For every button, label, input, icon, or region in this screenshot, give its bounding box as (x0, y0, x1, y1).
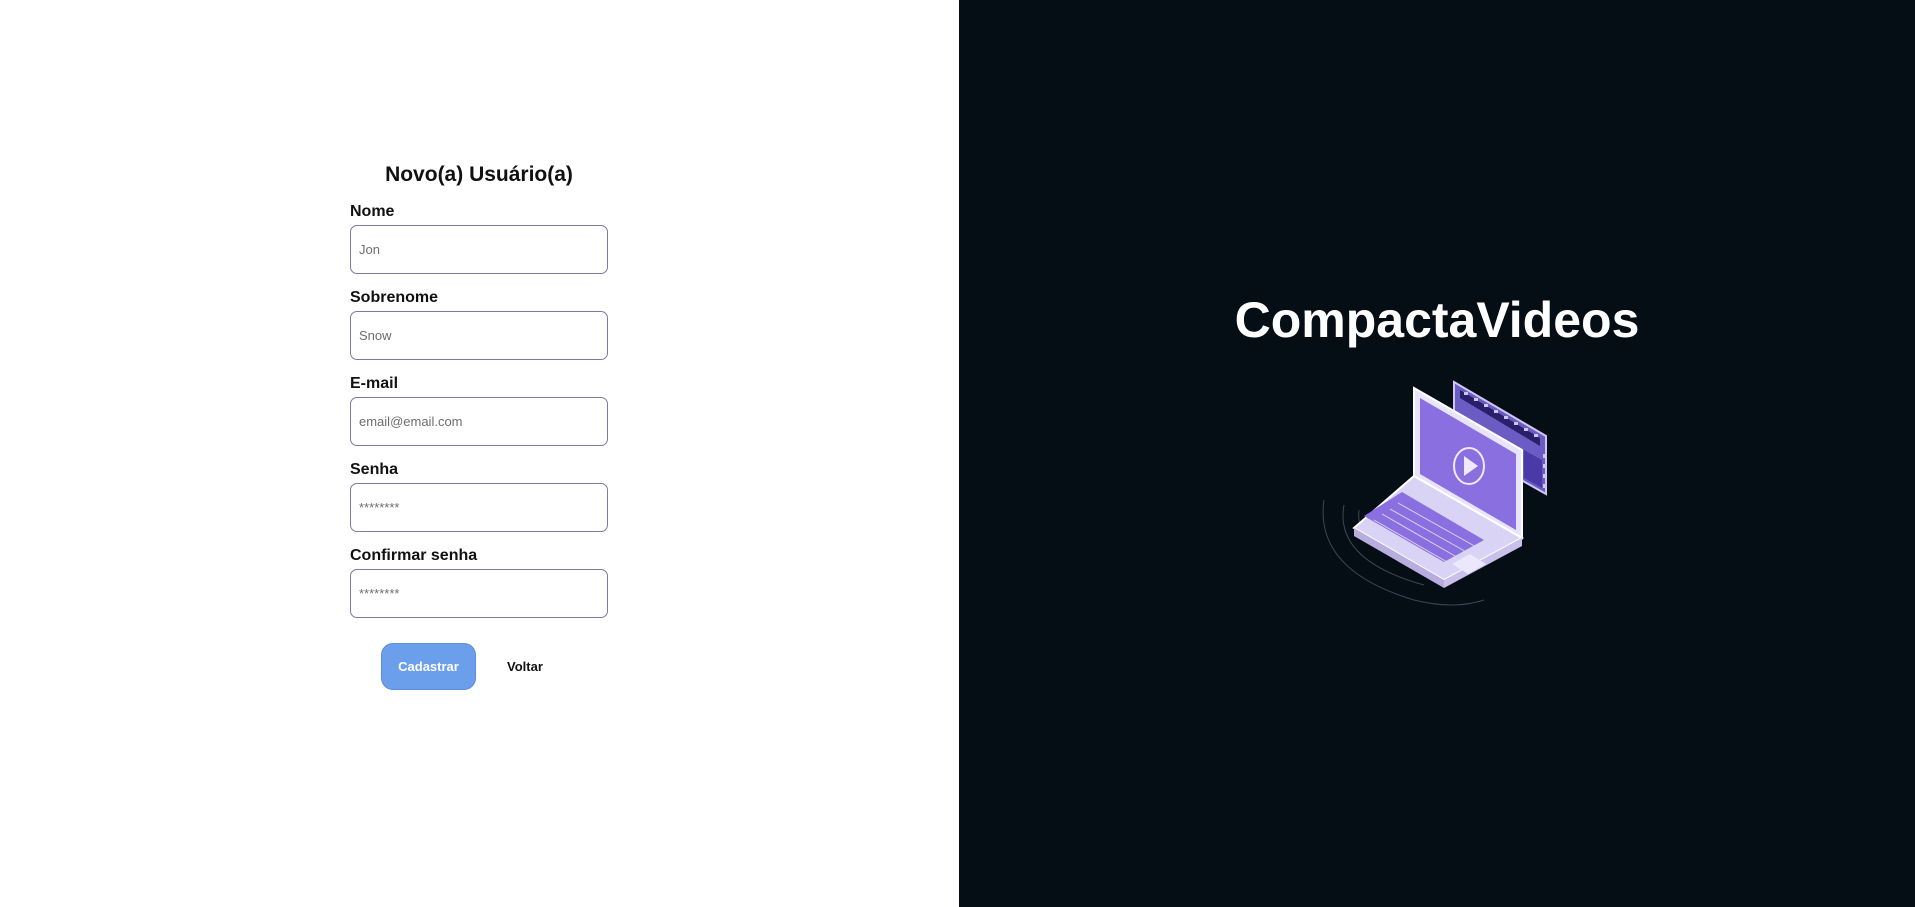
email-label: E-mail (350, 375, 399, 392)
register-button[interactable]: Cadastrar (381, 643, 476, 690)
brand-panel: CompactaVideos (959, 0, 1915, 907)
laptop-video-icon (1322, 380, 1547, 606)
signup-page: Novo(a) Usuário(a) Nome Sobrenome E-mail… (0, 0, 1915, 907)
confirm-password-label: Confirmar senha (350, 547, 478, 564)
form-actions: Cadastrar Voltar (350, 643, 608, 690)
back-link[interactable]: Voltar (507, 659, 543, 674)
surname-label: Sobrenome (350, 289, 439, 306)
brand-title: CompactaVideos (1234, 292, 1640, 348)
confirm-password-input[interactable] (350, 569, 608, 618)
surname-input[interactable] (350, 311, 608, 360)
form-title: Novo(a) Usuário(a) (385, 163, 573, 186)
form-panel: Novo(a) Usuário(a) Nome Sobrenome E-mail… (0, 0, 959, 907)
name-input[interactable] (350, 225, 608, 274)
name-field-group: Nome (350, 202, 608, 274)
name-label: Nome (350, 203, 395, 220)
password-field-group: Senha (350, 460, 608, 532)
password-label: Senha (350, 461, 399, 478)
email-input[interactable] (350, 397, 608, 446)
password-input[interactable] (350, 483, 608, 532)
surname-field-group: Sobrenome (350, 288, 608, 360)
confirm-password-field-group: Confirmar senha (350, 546, 608, 618)
email-field-group: E-mail (350, 374, 608, 446)
signup-form: Novo(a) Usuário(a) Nome Sobrenome E-mail… (350, 160, 608, 690)
